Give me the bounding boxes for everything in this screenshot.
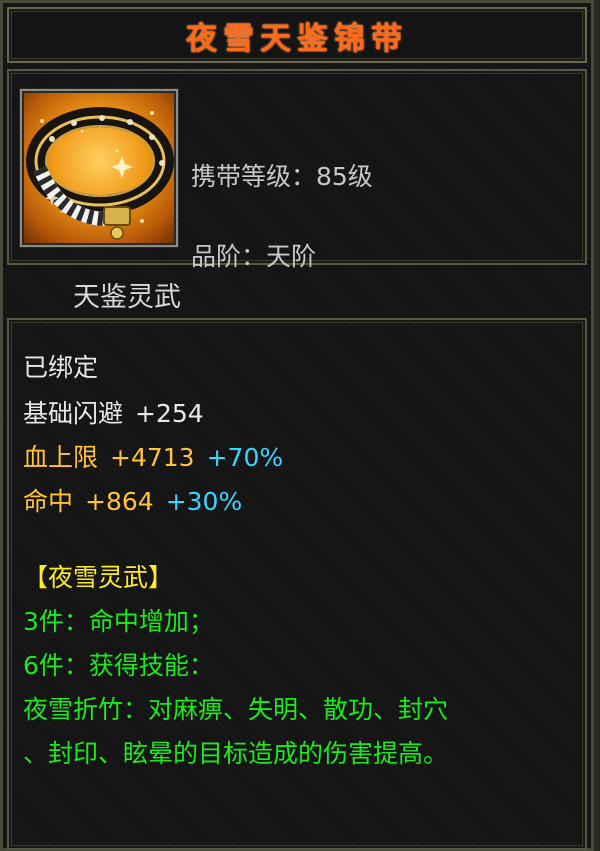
set-bonus-3: 3件：命中增加； (23, 607, 214, 636)
stat-dodge-value: +254 (135, 399, 204, 428)
set-skill-line-1: 夜雪折竹：对麻痹、失明、散功、封穴 (23, 695, 449, 724)
ornate-gold-belt-icon (20, 89, 178, 247)
item-grade: 品阶：天阶 (191, 242, 317, 271)
stat-hit-bonus: +30% (165, 487, 243, 516)
item-info-panel: 携带等级：85级 品阶：天阶 (7, 69, 587, 271)
window-edge (594, 0, 600, 851)
required-level: 携带等级：85级 (191, 162, 373, 191)
bound-status: 已绑定 (23, 353, 99, 382)
stat-dodge: 基础闪避 +254 (23, 394, 204, 430)
stat-hp-value: +4713 (110, 443, 195, 472)
title-bar: 夜雪天鉴锦带 (7, 7, 587, 63)
set-skill-line-2: 、封印、眩晕的目标造成的伤害提高。 (23, 739, 449, 768)
item-tooltip: 夜雪天鉴锦带 携带等级：85级 品阶：天阶 天鉴灵武 已绑定 基础闪避 +254… (0, 0, 594, 851)
stats-panel: 已绑定 基础闪避 +254 血上限 +4713 +70% 命中 +864 +30% 【夜雪… (7, 318, 587, 850)
stat-hit-label: 命中 (23, 487, 74, 516)
set-bonus-6: 6件：获得技能： (23, 651, 214, 680)
stat-hit: 命中 +864 +30% (23, 482, 242, 518)
stat-dodge-label: 基础闪避 (23, 399, 124, 428)
stat-hit-value: +864 (85, 487, 154, 516)
series-name: 天鉴灵武 (73, 282, 181, 313)
stat-hp-label: 血上限 (23, 443, 99, 472)
stat-hp: 血上限 +4713 +70% (23, 438, 283, 474)
set-name: 【夜雪灵武】 (23, 563, 174, 592)
stat-hp-bonus: +70% (206, 443, 284, 472)
item-title: 夜雪天鉴锦带 (186, 20, 408, 57)
